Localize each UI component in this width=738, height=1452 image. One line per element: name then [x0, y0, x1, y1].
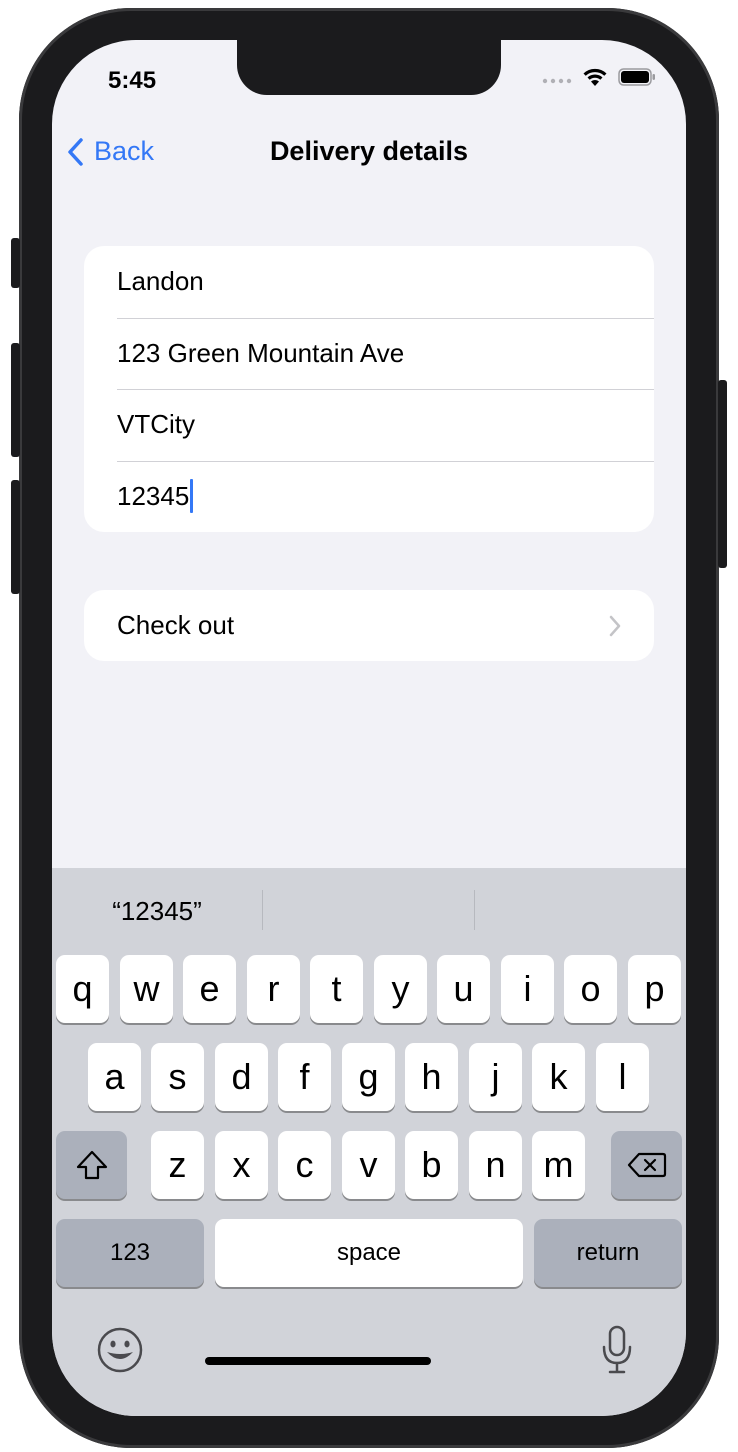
- shift-icon: [76, 1150, 107, 1180]
- microphone-icon: [602, 1325, 632, 1374]
- numbers-key[interactable]: 123: [56, 1219, 204, 1287]
- key-c[interactable]: c: [278, 1131, 331, 1199]
- key-i[interactable]: i: [501, 955, 554, 1023]
- battery-icon: [618, 68, 656, 91]
- zip-code-field[interactable]: 12345: [84, 460, 654, 533]
- city-field[interactable]: VTCity: [84, 389, 654, 461]
- key-q[interactable]: q: [56, 955, 109, 1023]
- cellular-signal-icon: [542, 71, 572, 89]
- space-key[interactable]: space: [215, 1219, 523, 1287]
- key-j[interactable]: j: [469, 1043, 522, 1111]
- key-e[interactable]: e: [183, 955, 236, 1023]
- emoji-icon: [97, 1327, 143, 1373]
- power-button: [718, 380, 727, 568]
- shift-key[interactable]: [56, 1131, 127, 1199]
- check-out-label: Check out: [117, 610, 235, 640]
- keyboard: “12345” q w e r t y u i o p a s d f g h …: [52, 868, 686, 1416]
- key-w[interactable]: w: [120, 955, 173, 1023]
- chevron-left-icon: [68, 137, 83, 166]
- suggestion-2[interactable]: [263, 868, 474, 954]
- suggestion-1[interactable]: “12345”: [52, 868, 262, 954]
- dictation-button[interactable]: [601, 1325, 633, 1380]
- key-m[interactable]: m: [532, 1131, 585, 1199]
- city-value: VTCity: [117, 409, 195, 440]
- volume-up-button: [11, 343, 20, 457]
- key-g[interactable]: g: [342, 1043, 395, 1111]
- key-l[interactable]: l: [596, 1043, 649, 1111]
- key-t[interactable]: t: [310, 955, 363, 1023]
- home-indicator[interactable]: [205, 1357, 431, 1365]
- back-label: Back: [94, 136, 155, 166]
- key-n[interactable]: n: [469, 1131, 522, 1199]
- status-icons: [542, 67, 656, 92]
- key-x[interactable]: x: [215, 1131, 268, 1199]
- street-address-value: 123 Green Mountain Ave: [117, 337, 405, 368]
- delivery-form: Landon 123 Green Mountain Ave VTCity 123…: [84, 246, 654, 532]
- street-address-field[interactable]: 123 Green Mountain Ave: [84, 317, 654, 390]
- name-value: Landon: [117, 266, 204, 297]
- key-y[interactable]: y: [374, 955, 427, 1023]
- check-out-button[interactable]: Check out: [84, 590, 654, 661]
- notch: [237, 40, 501, 95]
- key-a[interactable]: a: [88, 1043, 141, 1111]
- text-cursor: [190, 479, 194, 514]
- silent-switch: [11, 238, 20, 288]
- key-z[interactable]: z: [151, 1131, 204, 1199]
- key-r[interactable]: r: [247, 955, 300, 1023]
- key-v[interactable]: v: [342, 1131, 395, 1199]
- name-field[interactable]: Landon: [84, 246, 654, 318]
- status-time: 5:45: [108, 67, 157, 94]
- key-o[interactable]: o: [564, 955, 617, 1023]
- key-b[interactable]: b: [405, 1131, 458, 1199]
- key-h[interactable]: h: [405, 1043, 458, 1111]
- key-s[interactable]: s: [151, 1043, 204, 1111]
- key-f[interactable]: f: [278, 1043, 331, 1111]
- key-k[interactable]: k: [532, 1043, 585, 1111]
- wifi-icon: [582, 67, 608, 92]
- suggestion-3[interactable]: [475, 868, 686, 954]
- key-d[interactable]: d: [215, 1043, 268, 1111]
- delete-key[interactable]: [611, 1131, 682, 1199]
- key-u[interactable]: u: [437, 955, 490, 1023]
- chevron-right-icon: [609, 615, 621, 636]
- screen: 5:45 Back Delivery details Landon 123 Gr…: [52, 40, 686, 1416]
- key-p[interactable]: p: [628, 955, 681, 1023]
- emoji-button[interactable]: [96, 1326, 144, 1379]
- zip-code-value: 12345: [117, 480, 190, 511]
- delete-backspace-icon: [627, 1152, 666, 1178]
- volume-down-button: [11, 480, 20, 594]
- return-key[interactable]: return: [534, 1219, 682, 1287]
- back-button[interactable]: Back: [66, 136, 154, 167]
